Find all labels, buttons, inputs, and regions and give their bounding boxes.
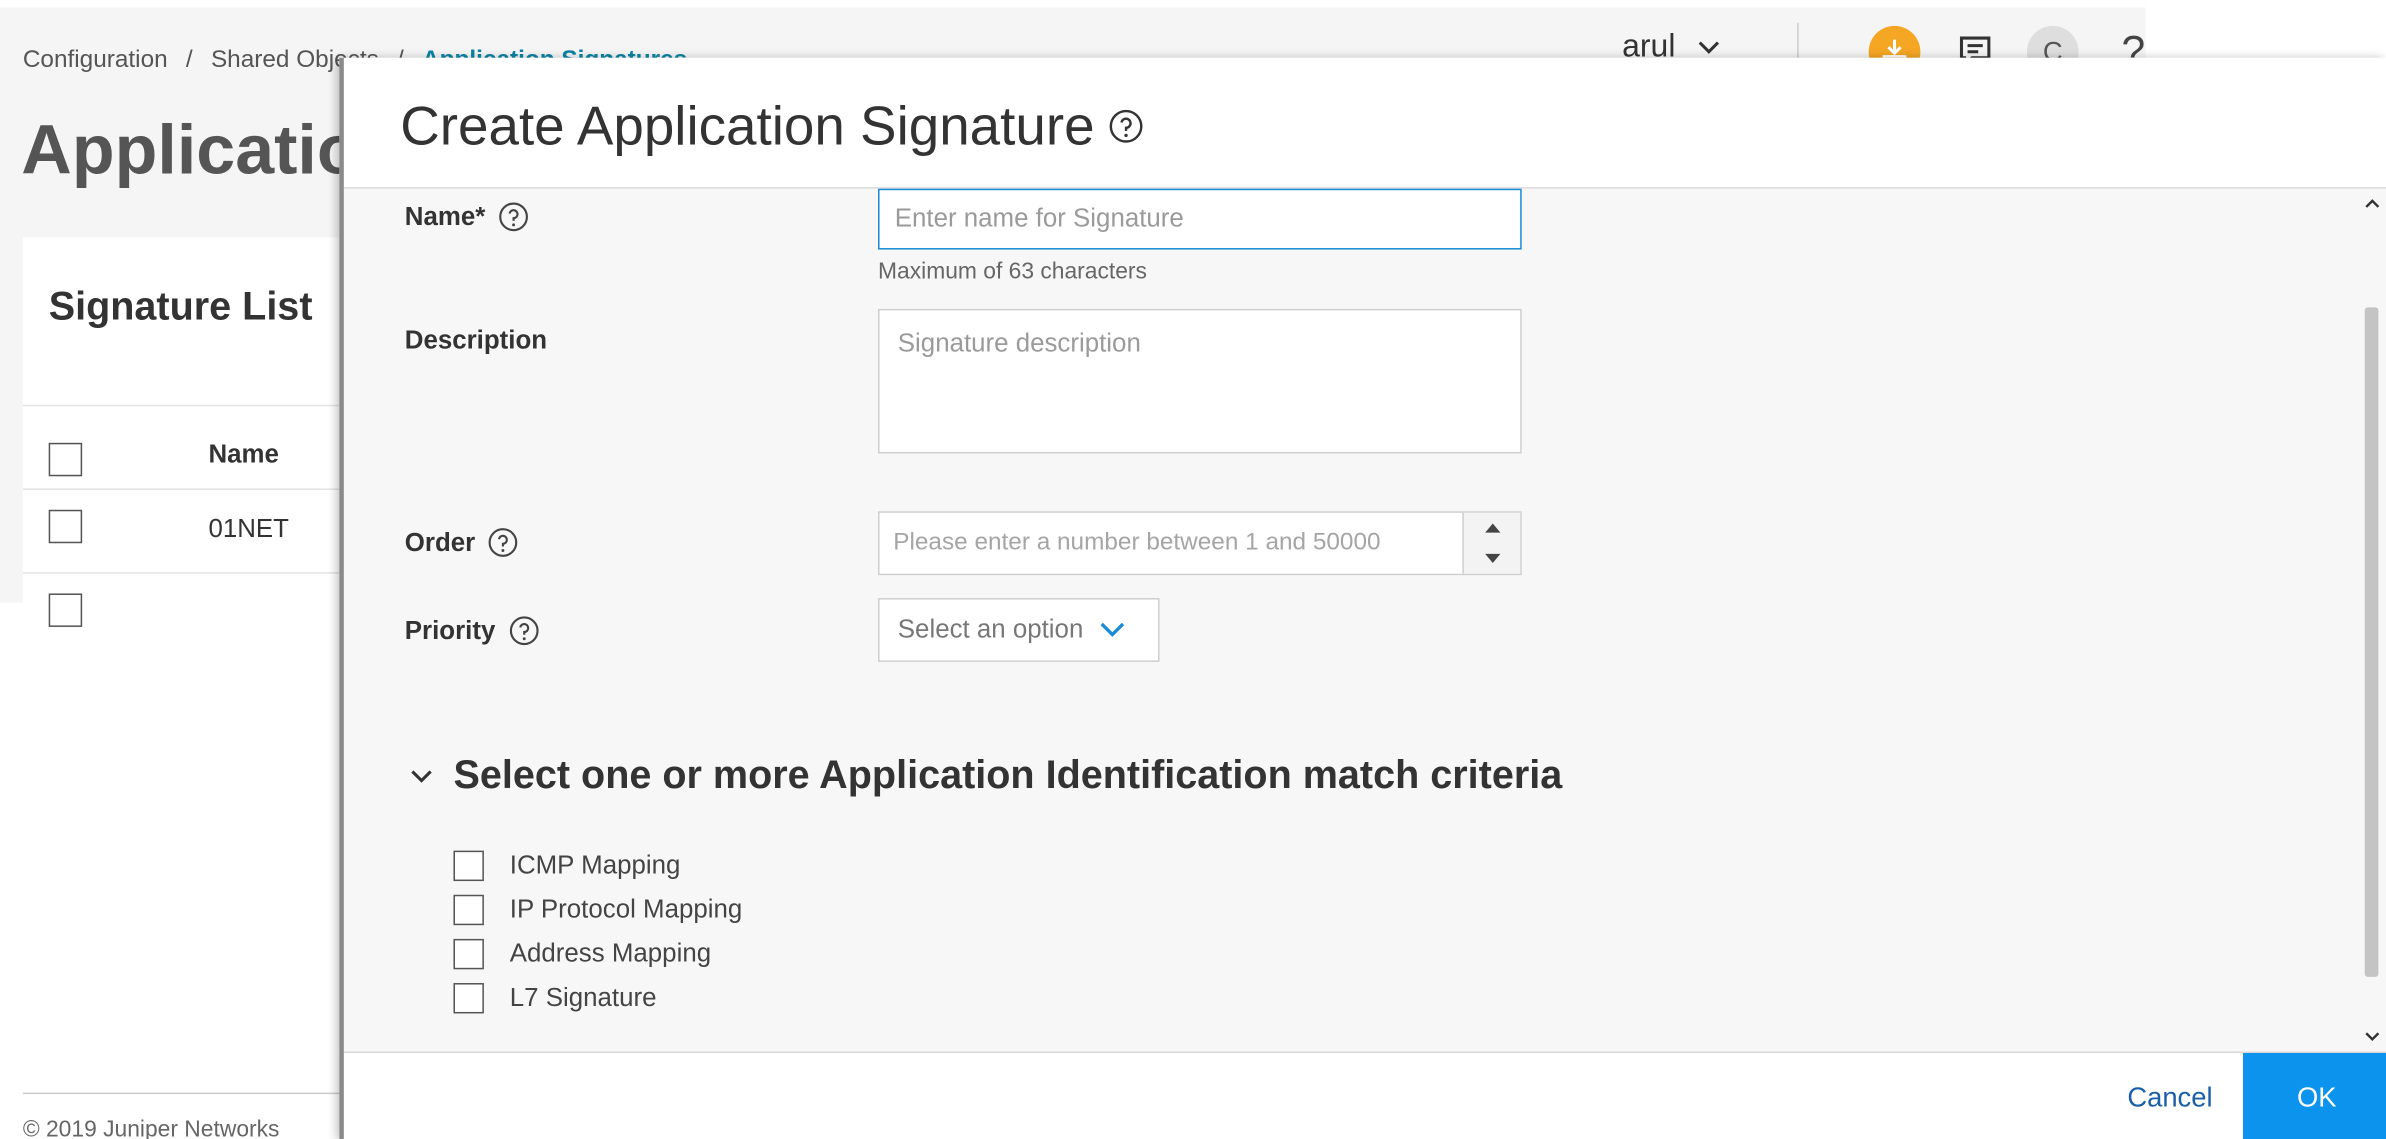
match-criteria-title: Select one or more Application Identific… — [453, 751, 1563, 798]
dialog-footer: Cancel OK — [343, 1051, 2386, 1139]
help-icon[interactable] — [487, 527, 519, 559]
signature-list-title: Signature List — [48, 283, 313, 329]
address-mapping-checkbox[interactable] — [453, 938, 484, 970]
triangle-down-icon — [1485, 553, 1501, 564]
increment-button[interactable] — [1464, 513, 1522, 543]
help-icon[interactable] — [508, 615, 540, 647]
signature-list-card: Signature List Name 01NET — [22, 237, 350, 627]
description-label: Description — [404, 325, 548, 355]
order-label-row: Order — [405, 527, 520, 559]
description-label-row: Description — [405, 326, 547, 356]
signature-table: Name 01NET — [22, 404, 350, 627]
icmp-mapping-option[interactable]: ICMP Mapping — [453, 850, 681, 882]
ip-protocol-mapping-label: IP Protocol Mapping — [509, 894, 743, 924]
dialog-header: Create Application Signature — [343, 57, 2386, 189]
scroll-down-icon[interactable] — [2363, 1027, 2381, 1045]
priority-select[interactable]: Select an option — [878, 598, 1160, 662]
table-header-row: Name — [22, 404, 350, 489]
ip-protocol-mapping-option[interactable]: IP Protocol Mapping — [453, 894, 743, 926]
triangle-up-icon — [1485, 523, 1501, 533]
chevron-down-icon — [1100, 622, 1125, 637]
row-checkbox[interactable] — [48, 509, 83, 544]
name-input[interactable] — [878, 188, 1522, 250]
row-name: 01NET — [208, 514, 290, 544]
description-input[interactable] — [878, 308, 1522, 454]
icmp-mapping-label: ICMP Mapping — [509, 850, 681, 880]
address-mapping-option[interactable]: Address Mapping — [453, 938, 712, 970]
dialog-body: Name* Maximum of 63 characters Descripti… — [343, 188, 2386, 1052]
match-criteria-section-toggle[interactable]: Select one or more Application Identific… — [408, 752, 1562, 799]
order-stepper — [878, 511, 1522, 576]
select-all-checkbox[interactable] — [48, 442, 83, 477]
help-icon[interactable] — [497, 201, 529, 233]
ip-protocol-mapping-checkbox[interactable] — [453, 894, 484, 926]
order-stepper-buttons — [1462, 512, 1522, 574]
help-icon[interactable] — [1108, 108, 1145, 145]
order-label: Order — [404, 527, 476, 557]
l7-signature-label: L7 Signature — [509, 983, 657, 1012]
ok-button[interactable]: OK — [2242, 1053, 2386, 1139]
name-hint: Maximum of 63 characters — [878, 258, 1147, 285]
copyright: © 2019 Juniper Networks — [22, 1116, 280, 1139]
scrollbar-thumb[interactable] — [2364, 307, 2379, 977]
breadcrumb-separator: / — [185, 47, 193, 74]
table-row[interactable]: 01NET — [22, 488, 350, 572]
scroll-up-icon[interactable] — [2363, 195, 2381, 213]
screen: Configuration/Shared Objects/Application… — [0, 0, 2386, 1139]
dialog-title: Create Application Signature — [400, 94, 1095, 157]
name-label: Name* — [404, 201, 486, 231]
priority-label: Priority — [404, 615, 496, 645]
table-row[interactable] — [22, 572, 350, 627]
breadcrumb-configuration[interactable]: Configuration — [23, 47, 168, 73]
column-header-name[interactable]: Name — [208, 440, 278, 470]
cancel-button[interactable]: Cancel — [2094, 1053, 2246, 1139]
l7-signature-option[interactable]: L7 Signature — [453, 983, 657, 1014]
row-checkbox[interactable] — [48, 593, 83, 627]
priority-selected-value: Select an option — [897, 614, 1084, 644]
order-input[interactable] — [879, 512, 1464, 574]
footer-divider — [22, 1092, 350, 1095]
chevron-down-icon — [411, 769, 432, 783]
l7-signature-checkbox[interactable] — [453, 983, 484, 1014]
icmp-mapping-checkbox[interactable] — [453, 850, 484, 882]
create-signature-dialog: Create Application Signature Name* Maxim… — [339, 57, 2386, 1139]
decrement-button[interactable] — [1464, 543, 1522, 573]
chevron-down-icon — [1698, 41, 1720, 54]
priority-label-row: Priority — [405, 615, 540, 647]
name-label-row: Name* — [405, 201, 530, 233]
address-mapping-label: Address Mapping — [509, 938, 712, 968]
